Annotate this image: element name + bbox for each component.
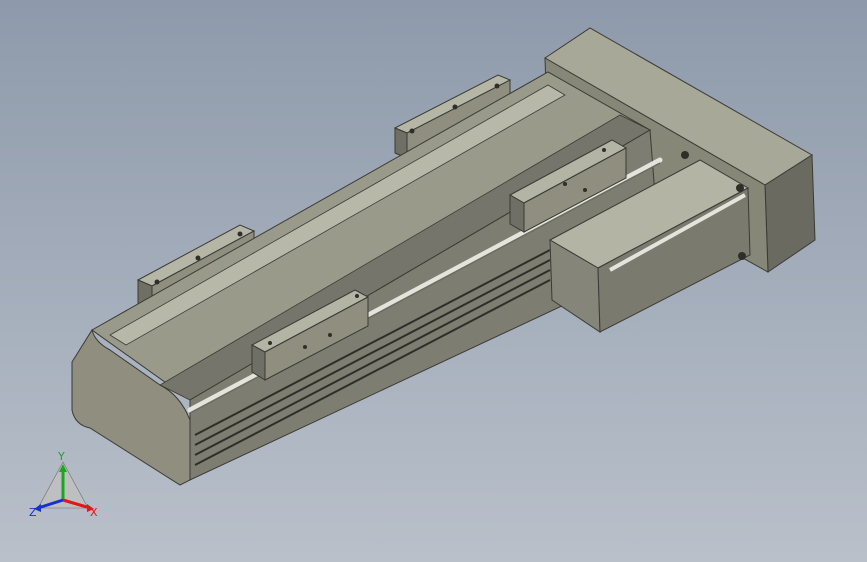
bolt-hole (583, 188, 587, 192)
bolt-hole (237, 231, 243, 237)
bolt-hole (328, 333, 332, 337)
bolt-hole (268, 341, 272, 345)
bolt-hole (602, 148, 606, 152)
bolt-hole (154, 279, 160, 285)
orientation-triad[interactable]: X Y Z (29, 450, 98, 519)
bolt-hole (738, 252, 746, 260)
bolt-hole (195, 255, 201, 261)
bolt-hole (563, 182, 567, 186)
bolt-hole (681, 151, 689, 159)
bolt-hole (452, 104, 458, 110)
bolt-hole (409, 128, 415, 134)
y-axis-label: Y (57, 450, 65, 463)
z-axis-label: Z (29, 506, 37, 519)
bolt-hole (303, 345, 307, 349)
x-axis-label: X (90, 506, 98, 519)
cad-viewport[interactable]: X Y Z (0, 0, 867, 562)
bolt-hole (494, 83, 500, 89)
bolt-hole (355, 294, 359, 298)
bolt-hole (736, 184, 744, 192)
model-view[interactable]: X Y Z (0, 0, 867, 562)
